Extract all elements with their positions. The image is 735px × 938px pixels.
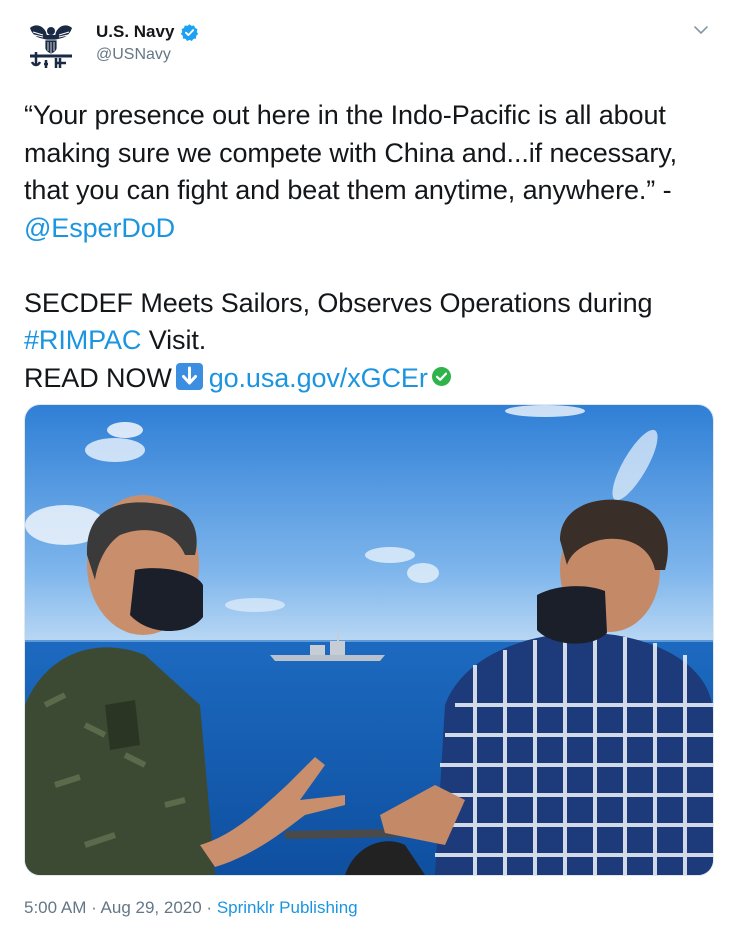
handle[interactable]: @USNavy <box>96 46 171 64</box>
mention-link[interactable]: @EsperDoD <box>24 213 175 243</box>
read-now-text: READ NOW <box>24 362 172 393</box>
tweet-text-line: “Your presence out here in the Indo-Paci… <box>24 100 666 130</box>
article-link[interactable]: go.usa.gov/xGCEr <box>209 363 428 393</box>
display-name[interactable]: U.S. Navy <box>96 22 174 42</box>
tweet-card: U.S. Navy @USNavy “Your presence out her… <box>0 0 735 938</box>
chevron-down-icon[interactable] <box>693 22 709 38</box>
hashtag-link[interactable]: #RIMPAC <box>24 325 141 355</box>
meta-separator: · <box>86 898 101 917</box>
source-link[interactable]: Sprinklr Publishing <box>217 898 358 917</box>
tweet-text: “Your presence out here in the Indo-Paci… <box>24 97 724 397</box>
name-row: U.S. Navy <box>96 22 199 42</box>
tweet-time[interactable]: 5:00 AM <box>24 898 86 917</box>
meta-separator: · <box>201 898 217 917</box>
verified-badge-icon <box>180 23 199 42</box>
navy-logo-icon <box>30 25 72 68</box>
tweet-date[interactable]: Aug 29, 2020 <box>101 898 202 917</box>
avatar[interactable] <box>24 18 78 72</box>
down-arrow-icon <box>175 362 203 390</box>
tweet-meta: 5:00 AM · Aug 29, 2020 · Sprinklr Publis… <box>24 898 358 918</box>
tweet-photo[interactable] <box>24 404 714 876</box>
check-circle-icon <box>431 366 451 386</box>
tweet-text-line: that you can fight and beat them anytime… <box>24 175 672 205</box>
hashtag-suffix: Visit. <box>141 325 207 355</box>
tweet-text-line: making sure we compete with China and...… <box>24 137 678 168</box>
headline-text: SECDEF Meets Sailors, Observes Operation… <box>24 287 653 318</box>
photo-image <box>25 405 713 875</box>
